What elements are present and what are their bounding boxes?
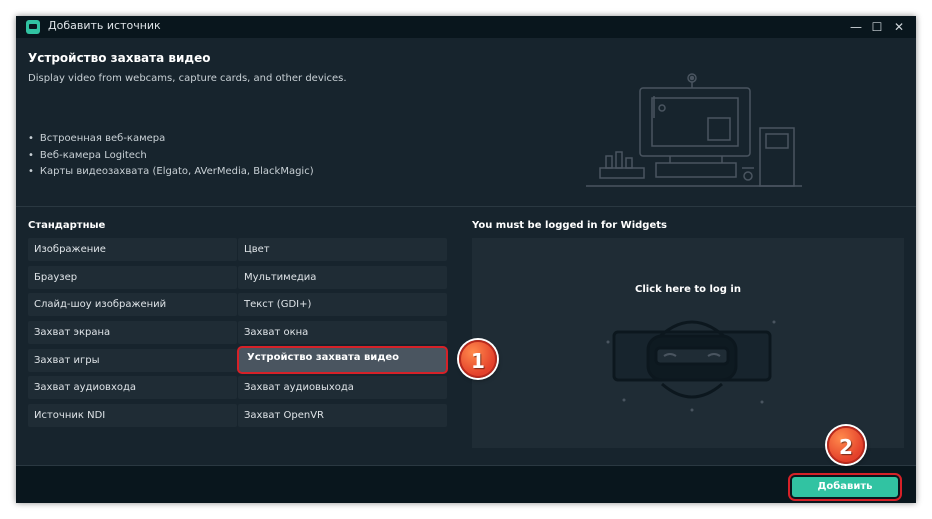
- step-badge-one: 1: [459, 340, 497, 378]
- add-source-button[interactable]: Добавить источник: [788, 473, 902, 503]
- title-bar: Добавить источник — ☐ ✕: [16, 16, 916, 38]
- source-color[interactable]: Цвет: [238, 238, 447, 261]
- source-text-gdi[interactable]: Текст (GDI+): [238, 293, 447, 316]
- window-title: Добавить источник: [48, 19, 161, 32]
- add-source-dialog: Добавить источник — ☐ ✕ Устройство захва…: [16, 16, 916, 503]
- step-badge-two: 2: [827, 426, 865, 464]
- widgets-login-panel[interactable]: Click here to log in: [472, 238, 904, 448]
- capture-device-illustration-icon: [586, 73, 802, 187]
- source-browser[interactable]: Браузер: [28, 266, 237, 289]
- source-description-text: Display video from webcams, capture card…: [28, 73, 347, 84]
- minimize-button[interactable]: —: [846, 17, 866, 37]
- list-item: Карты видеозахвата (Elgato, AVerMedia, B…: [28, 164, 314, 181]
- list-item: Веб-камера Logitech: [28, 148, 314, 165]
- source-media[interactable]: Мультимедиа: [238, 266, 447, 289]
- source-image[interactable]: Изображение: [28, 238, 237, 261]
- source-title: Устройство захвата видео: [28, 51, 211, 65]
- standard-sources-heading: Стандартные: [28, 220, 106, 231]
- source-openvr[interactable]: Захват OpenVR: [238, 404, 447, 427]
- source-image-slideshow[interactable]: Слайд-шоу изображений: [28, 293, 237, 316]
- login-link[interactable]: Click here to log in: [472, 284, 904, 295]
- app-logo-icon: [26, 20, 40, 34]
- dialog-footer: Добавить источник: [16, 465, 916, 503]
- list-item: Встроенная веб-камера: [28, 131, 314, 148]
- source-examples-list: Встроенная веб-камера Веб-камера Logitec…: [28, 131, 314, 181]
- source-description: Устройство захвата видео Display video f…: [16, 38, 916, 207]
- source-game-capture[interactable]: Захват игры: [28, 349, 237, 372]
- source-audio-output[interactable]: Захват аудиовыхода: [238, 376, 447, 399]
- vr-headset-illustration-icon: [606, 320, 776, 412]
- source-window-capture[interactable]: Захват окна: [238, 321, 447, 344]
- close-button[interactable]: ✕: [889, 17, 909, 37]
- widgets-heading: You must be logged in for Widgets: [472, 220, 667, 231]
- source-display-capture[interactable]: Захват экрана: [28, 321, 237, 344]
- source-audio-input[interactable]: Захват аудиовхода: [28, 376, 237, 399]
- maximize-button[interactable]: ☐: [867, 17, 887, 37]
- source-video-capture-device[interactable]: Устройство захвата видео: [237, 346, 448, 374]
- source-ndi[interactable]: Источник NDI: [28, 404, 237, 427]
